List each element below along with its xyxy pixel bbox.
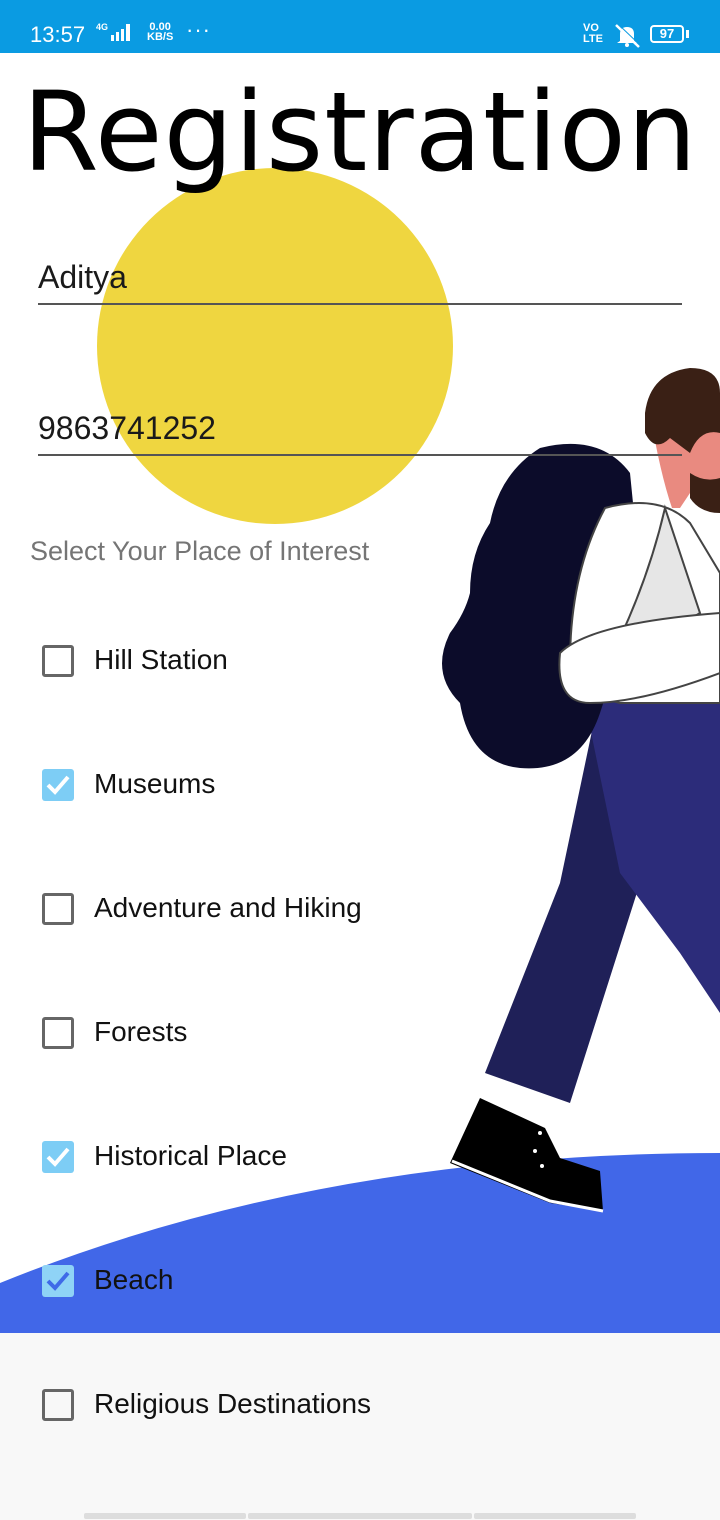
speed-unit: KB/S xyxy=(147,31,174,43)
traveler-figure xyxy=(442,368,720,1213)
volte-indicator: VO LTE xyxy=(583,23,603,45)
blue-hill xyxy=(0,1153,720,1333)
nav-segment-left xyxy=(84,1513,246,1519)
option-label: Forests xyxy=(94,1016,188,1047)
checkbox-forests[interactable] xyxy=(42,1017,74,1049)
checkbox-adventure-hiking[interactable] xyxy=(42,893,74,925)
name-field[interactable]: Aditya xyxy=(38,251,682,305)
phone-field[interactable]: 9863741252 xyxy=(38,402,682,456)
checkbox-historical-place[interactable] xyxy=(42,1141,74,1173)
option-label: Religious Destinations xyxy=(94,1388,372,1419)
volte-line2: LTE xyxy=(583,33,603,45)
more-notifications-icon: ··· xyxy=(186,17,211,42)
battery-tip xyxy=(686,30,689,38)
option-label: Beach xyxy=(94,1264,174,1295)
network-speed: 0.00 KB/S xyxy=(147,22,174,43)
battery-icon: 97 xyxy=(650,25,684,43)
check-icon xyxy=(46,1147,70,1167)
checkbox-beach[interactable] xyxy=(42,1265,74,1297)
signal-icon: 4G xyxy=(96,22,145,44)
check-icon xyxy=(46,1271,70,1291)
registration-screen: Registration Aditya 9863741252 Select Yo… xyxy=(0,53,720,1333)
page-title: Registration xyxy=(22,68,698,196)
option-label: Adventure and Hiking xyxy=(94,892,362,923)
checkbox-religious-destinations[interactable] xyxy=(42,1389,74,1421)
yellow-sun xyxy=(97,168,453,524)
status-time: 13:57 xyxy=(30,22,86,47)
option-label: Hill Station xyxy=(94,644,228,675)
nav-segment-right xyxy=(474,1513,636,1519)
option-label: Historical Place xyxy=(94,1140,287,1171)
checkbox-museums[interactable] xyxy=(42,769,74,801)
check-icon xyxy=(46,775,70,795)
status-bar: 13:57 4G 0.00 KB/S ··· VO LTE 97 xyxy=(0,0,720,53)
checkbox-hill-station[interactable] xyxy=(42,645,74,677)
mute-bell-icon xyxy=(615,23,642,48)
interest-label: Select Your Place of Interest xyxy=(30,536,370,566)
nav-segment-middle xyxy=(248,1513,472,1519)
option-label: Museums xyxy=(94,768,216,799)
